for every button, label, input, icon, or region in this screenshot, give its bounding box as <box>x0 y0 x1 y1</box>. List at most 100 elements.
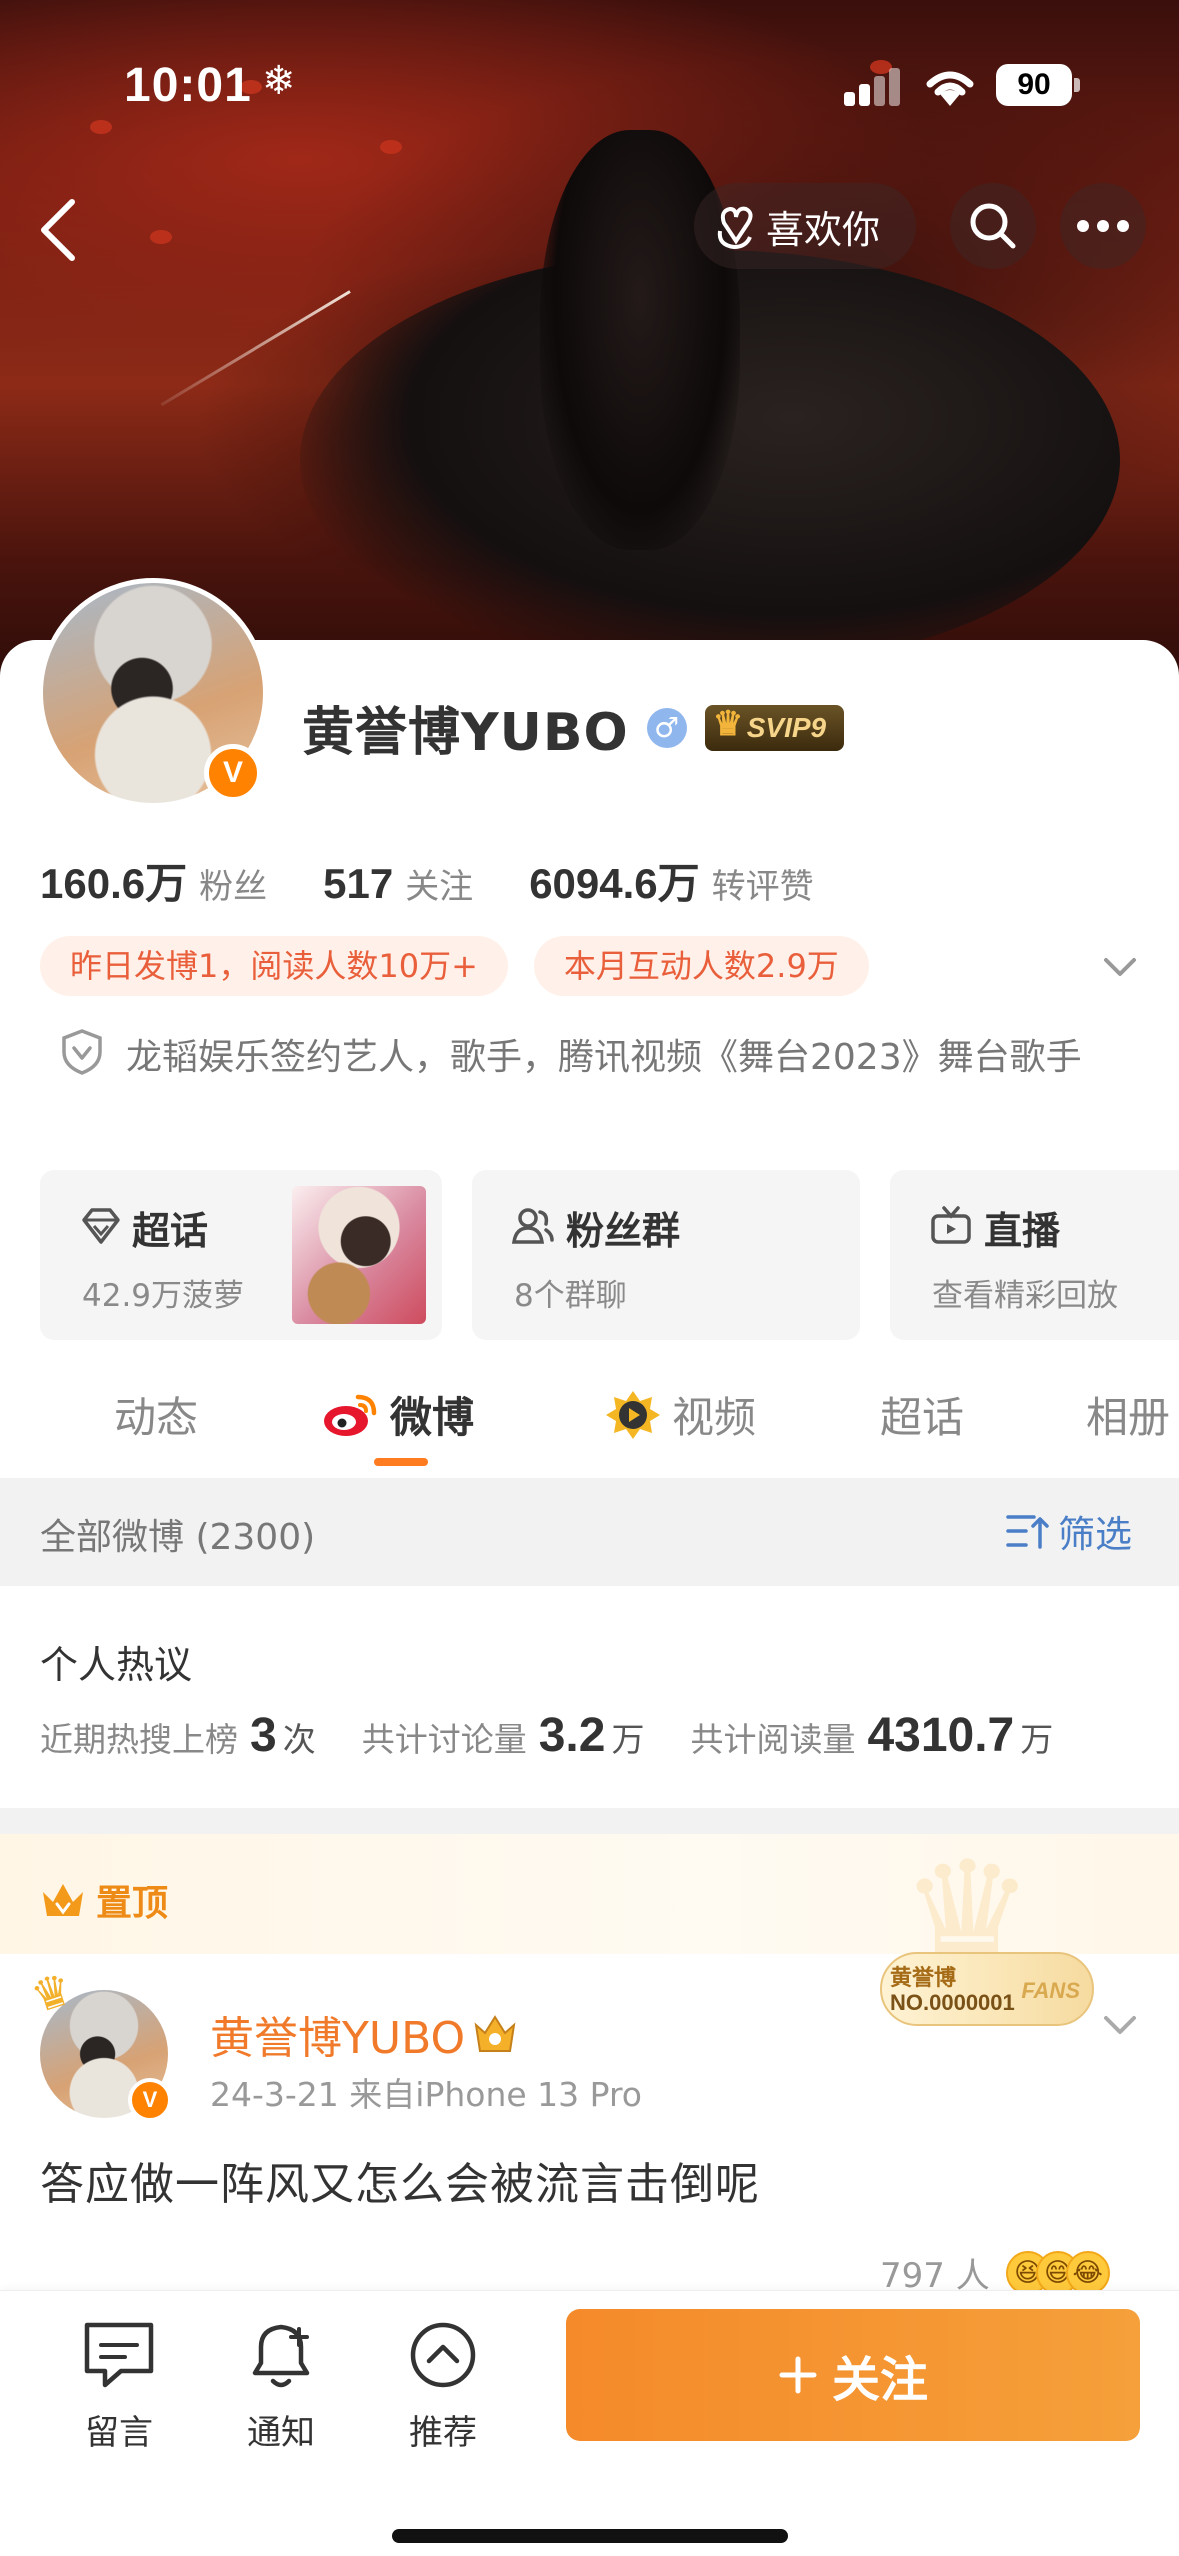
filter-button[interactable]: 筛选 <box>1006 1504 1132 1558</box>
verification-text: 龙韬娱乐签约艺人，歌手，腾讯视频《舞台2023》舞台歌手 <box>126 1037 1082 1078</box>
tab-album[interactable]: 相册 <box>1086 1384 1170 1445</box>
profile-name: 黄誉博YUBO <box>302 703 629 763</box>
post-text[interactable]: 答应做一阵风又怎么会被流言击倒呢 <box>40 2148 760 2212</box>
hot-stats: 近期热搜上榜 3 次 共计讨论量 3.2 万 共计阅读量 4310.7 万 <box>40 1708 1053 1763</box>
tear-emoji-icon: 😂 <box>1065 2250 1110 2295</box>
tab-video[interactable]: 视频 <box>604 1384 756 1445</box>
hot-stat-label: 共计讨论量 <box>361 1720 527 1759</box>
follow-button[interactable]: 关注 <box>566 2309 1140 2441</box>
profile-avatar[interactable]: V <box>38 578 268 808</box>
comment-icon <box>84 2322 154 2388</box>
battery-tip <box>1074 78 1080 92</box>
bottom-label: 通知 <box>247 2413 315 2453</box>
battery-indicator: 90 <box>996 64 1072 106</box>
recommend-icon <box>410 2322 476 2388</box>
wifi-icon <box>926 71 974 106</box>
filter-icon <box>1006 1515 1049 1549</box>
comment-button[interactable]: 留言 <box>64 2315 174 2454</box>
shield-icon <box>62 1029 102 1075</box>
notify-button[interactable]: 通知 <box>226 2315 336 2454</box>
tab-weibo[interactable]: 微博 <box>322 1384 474 1445</box>
svip-badge[interactable]: SVIP9 <box>704 701 845 751</box>
group-icon <box>512 1208 554 1244</box>
video-channel-icon <box>606 1390 660 1439</box>
bottom-label: 推荐 <box>409 2413 477 2453</box>
stat-followers[interactable]: 160.6万 粉丝 <box>40 850 267 911</box>
stat-following[interactable]: 517 关注 <box>323 859 473 908</box>
post-author-name: 黄誉博YUBO <box>210 2013 466 2064</box>
shortcut-subtitle: 8个群聊 <box>514 1278 627 1314</box>
tab-label: 动态 <box>114 1393 199 1442</box>
shortcut-title: 直播 <box>984 1209 1061 1253</box>
tab-label: 视频 <box>672 1393 757 1442</box>
reaction-emojis: 😆 😄 😂 <box>1005 2250 1110 2295</box>
recommend-button[interactable]: 推荐 <box>388 2315 498 2454</box>
shortcut-supertopic[interactable]: 超话 42.9万菠萝 <box>40 1170 442 1340</box>
hot-stat: 近期热搜上榜 3 次 <box>40 1708 316 1763</box>
chip-monthly-interaction[interactable]: 本月互动人数2.9万 <box>533 936 869 996</box>
hot-stat-value: 3.2 <box>538 1709 606 1762</box>
diamond-icon <box>82 1208 120 1244</box>
profile-stats: 160.6万 粉丝 517 关注 6094.6万 转评赞 <box>40 850 814 911</box>
verified-badge: V <box>204 744 262 802</box>
petal <box>380 140 402 154</box>
post-avatar[interactable]: ♛ V <box>25 1963 172 2122</box>
stat-label: 转评赞 <box>711 867 814 907</box>
active-tab-indicator <box>374 1458 428 1466</box>
home-indicator[interactable] <box>392 2529 788 2543</box>
tv-icon <box>931 1206 971 1244</box>
name-row: 黄誉博YUBO ♂ SVIP9 <box>302 690 845 765</box>
bottom-action-bar: 留言 通知 推荐 关注 <box>0 2290 1179 2556</box>
shortcut-title: 超话 <box>132 1209 209 1253</box>
hot-stat: 共计讨论量 3.2 万 <box>362 1708 645 1763</box>
chevron-down-icon[interactable] <box>1100 2010 1140 2040</box>
filter-bar: 全部微博 (2300) 筛选 <box>0 1478 1179 1586</box>
male-icon: ♂ <box>646 707 687 748</box>
search-icon <box>970 203 1016 249</box>
fans-number-badge[interactable]: 黄誉博 NO.0000001 FANS <box>880 1952 1094 2026</box>
tab-feed[interactable]: 动态 <box>114 1384 198 1445</box>
personal-hot-discussion[interactable]: 个人热议 近期热搜上榜 3 次 共计讨论量 3.2 万 共计阅读量 4310.7 万 <box>0 1586 1179 1808</box>
hot-stat-label: 共计阅读量 <box>690 1720 856 1759</box>
vip-crown-icon <box>474 2015 516 2052</box>
bottom-label: 留言 <box>85 2413 153 2453</box>
more-dots-icon <box>1077 220 1129 232</box>
fans-badge-tag: FANS <box>1021 1978 1080 2003</box>
follow-label: 关注 <box>831 2352 928 2408</box>
tab-label: 相册 <box>1086 1393 1171 1442</box>
shortcut-cards: 超话 42.9万菠萝 粉丝群 8个群聊 直播 查看精彩回放 <box>40 1170 1179 1340</box>
more-button[interactable] <box>1060 183 1146 269</box>
stat-label: 关注 <box>405 867 474 907</box>
tab-label: 微博 <box>390 1393 475 1442</box>
petal <box>150 230 172 244</box>
chip-yesterday-posts[interactable]: 昨日发博1，阅读人数10万+ <box>40 936 508 996</box>
fans-badge-number: NO.0000001 <box>890 1990 1015 2015</box>
post-author[interactable]: 黄誉博YUBO <box>210 2002 517 2066</box>
post-meta: 24-3-21 来自iPhone 13 Pro <box>210 2075 642 2114</box>
verified-badge: V <box>128 2078 172 2122</box>
pinned-label: 置顶 <box>40 1874 168 1926</box>
shortcut-title: 粉丝群 <box>566 1209 681 1253</box>
tab-supertopic[interactable]: 超话 <box>880 1384 964 1445</box>
chevron-down-icon[interactable] <box>1100 950 1140 984</box>
back-arrow-icon[interactable] <box>28 190 88 270</box>
hot-stat-unit: 次 <box>282 1720 316 1759</box>
stat-engagement[interactable]: 6094.6万 转评赞 <box>529 850 813 911</box>
hot-stat-unit: 万 <box>1020 1720 1054 1759</box>
hot-stat-unit: 万 <box>611 1720 645 1759</box>
fans-badge-name: 黄誉博 <box>890 1966 957 1991</box>
stat-value: 517 <box>323 860 394 907</box>
like-you-button[interactable]: 喜欢你 <box>694 183 916 269</box>
shortcut-live[interactable]: 直播 查看精彩回放 <box>890 1170 1179 1340</box>
signal-icon <box>844 66 902 106</box>
stat-label: 粉丝 <box>199 867 268 907</box>
search-button[interactable] <box>950 183 1036 269</box>
pinned-text: 置顶 <box>96 1883 169 1924</box>
hot-stat-value: 3 <box>250 1709 277 1762</box>
stat-value: 6094.6万 <box>529 860 700 907</box>
like-you-label: 喜欢你 <box>766 207 881 252</box>
shortcut-subtitle: 42.9万菠萝 <box>82 1278 245 1314</box>
filter-label: 筛选 <box>1058 1513 1132 1556</box>
shortcut-fan-groups[interactable]: 粉丝群 8个群聊 <box>472 1170 860 1340</box>
profile-tabs: 动态 微博 视频 超话 相册 <box>0 1360 1179 1470</box>
